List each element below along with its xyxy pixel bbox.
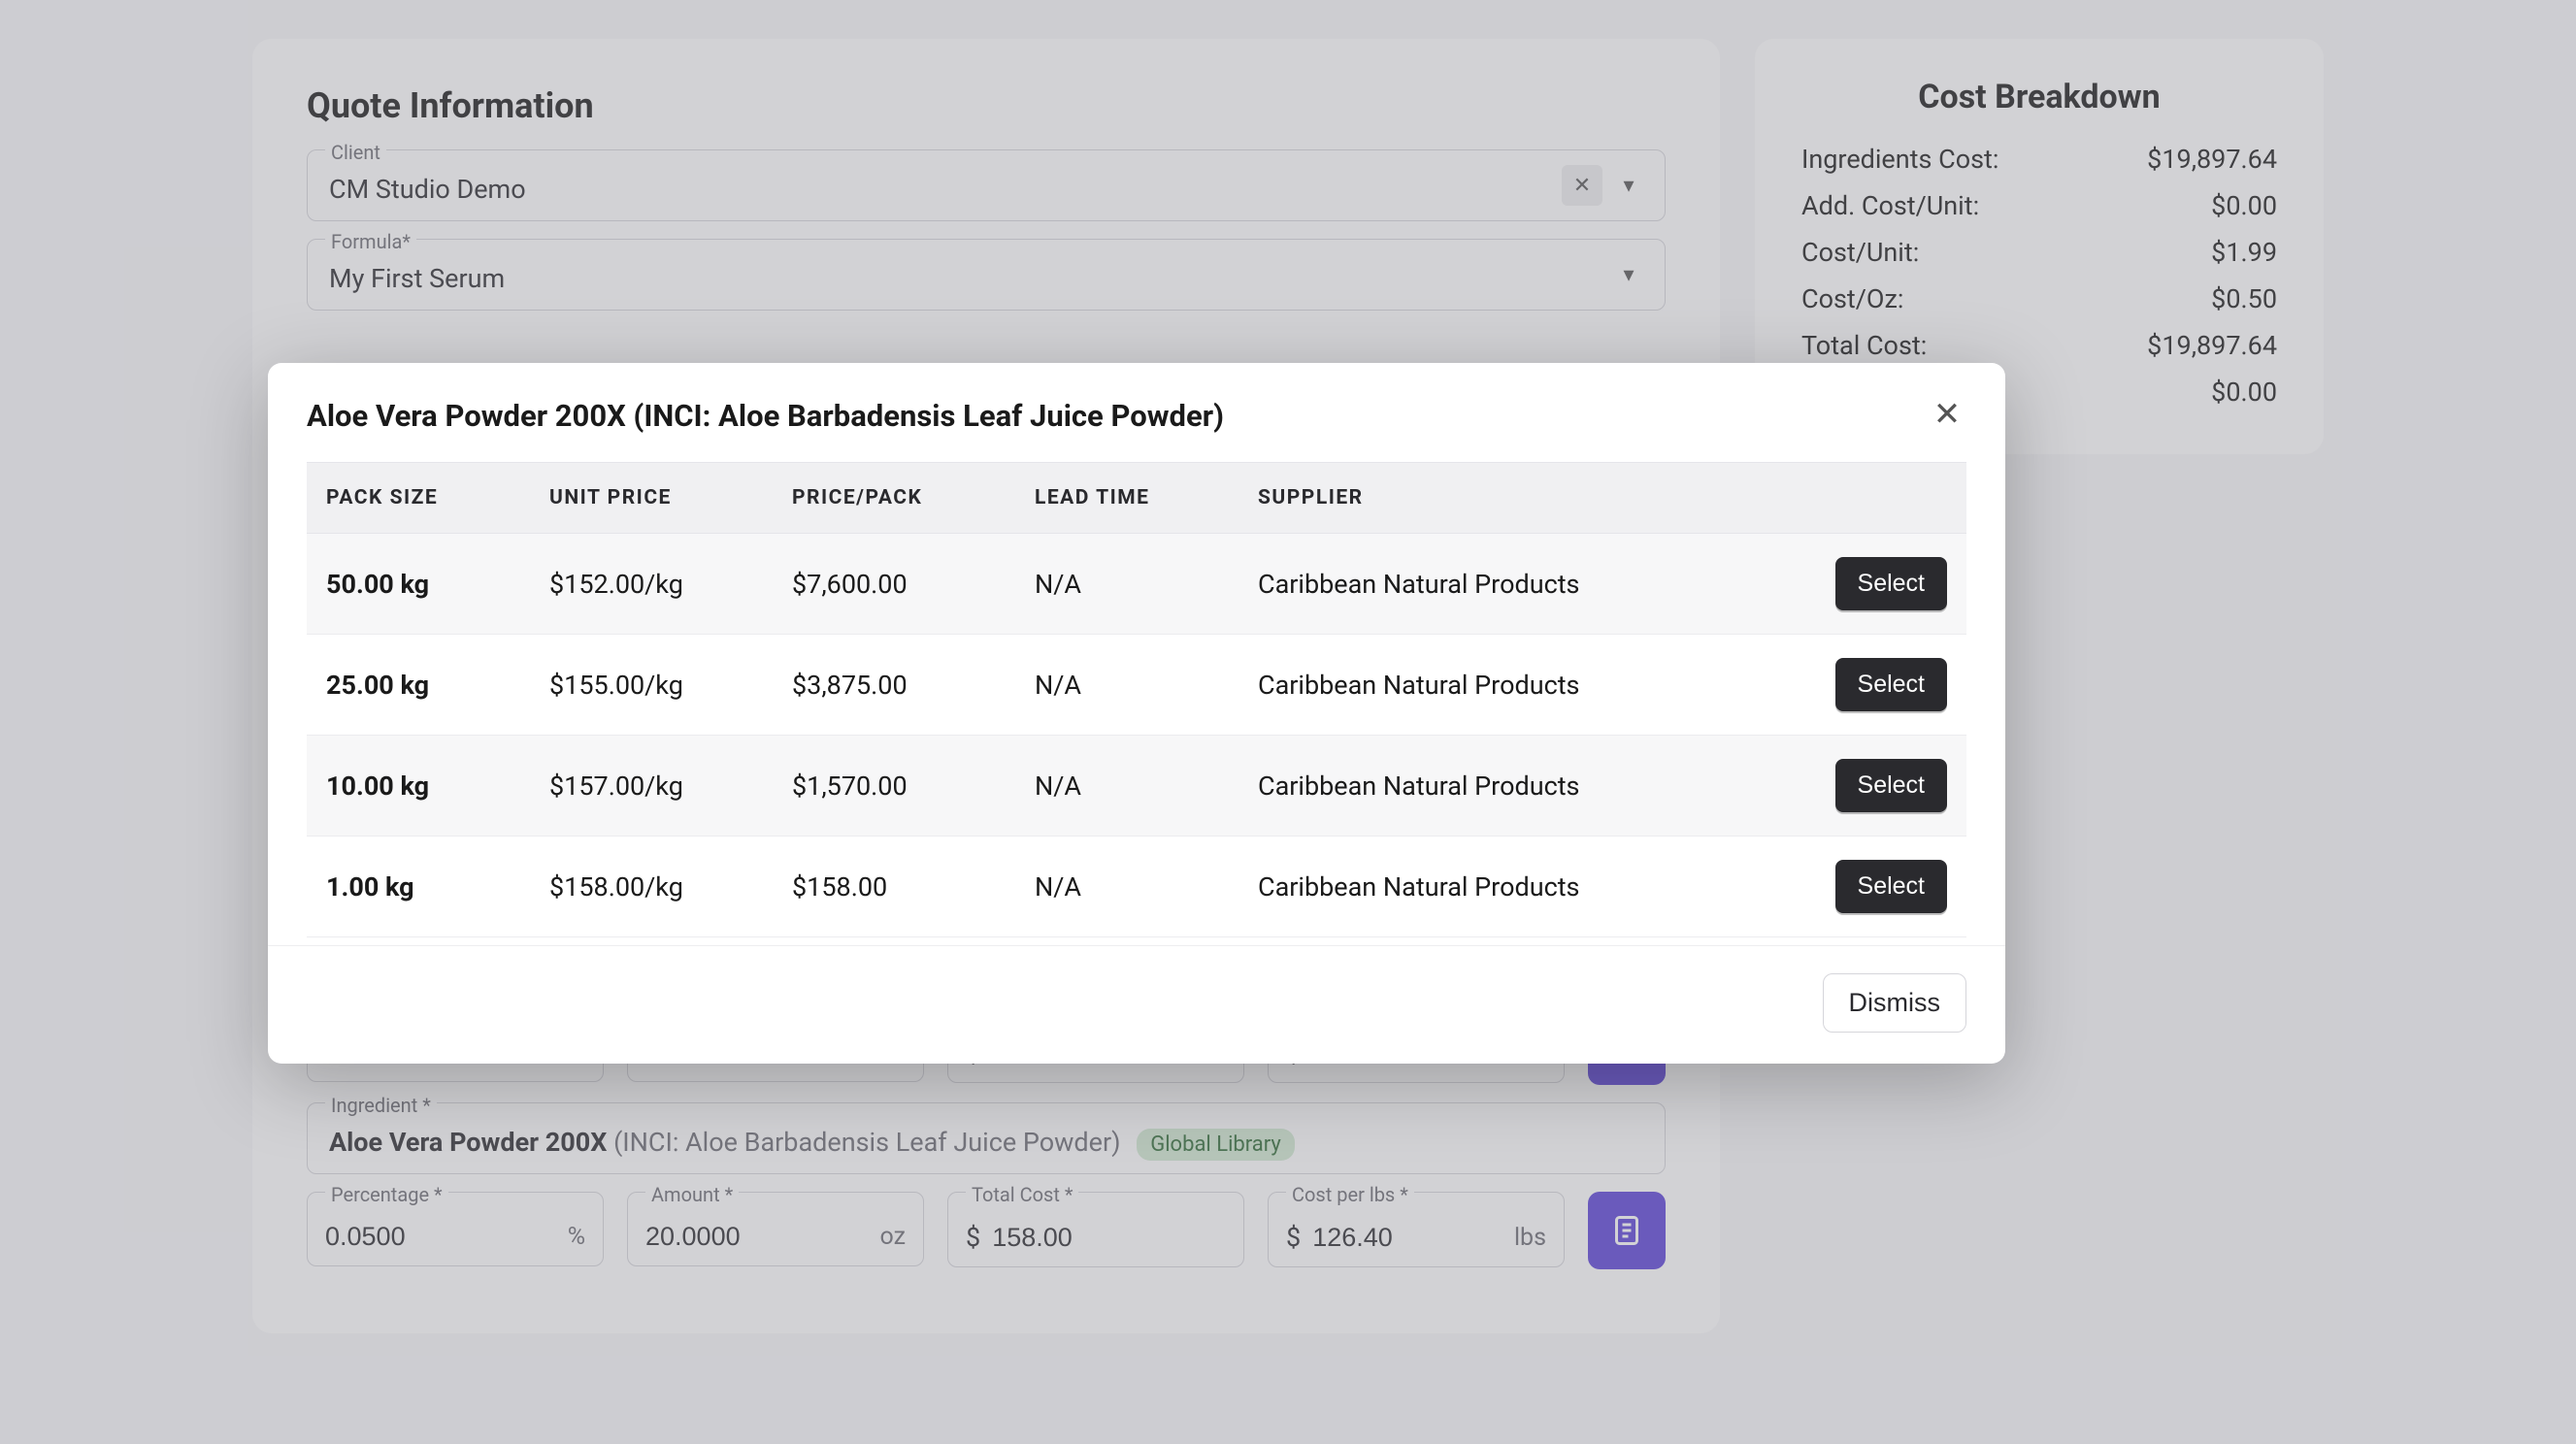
cell-unit-price: $155.00/kg xyxy=(549,670,792,701)
select-button[interactable]: Select xyxy=(1835,557,1947,610)
table-row: 25.00 kg $155.00/kg $3,875.00 N/A Caribb… xyxy=(307,635,1966,736)
cell-supplier: Caribbean Natural Products xyxy=(1258,771,1666,802)
cell-unit-price: $157.00/kg xyxy=(549,771,792,802)
cell-supplier: Caribbean Natural Products xyxy=(1258,871,1666,902)
cell-unit-price: $152.00/kg xyxy=(549,569,792,600)
cell-pack-size: 1.00 kg xyxy=(326,871,549,902)
cell-unit-price: $158.00/kg xyxy=(549,871,792,902)
table-row: 1.00 kg $158.00/kg $158.00 N/A Caribbean… xyxy=(307,837,1966,937)
cell-lead-time: N/A xyxy=(1035,871,1258,902)
modal-title: Aloe Vera Powder 200X (INCI: Aloe Barbad… xyxy=(307,398,1224,434)
select-button[interactable]: Select xyxy=(1835,860,1947,913)
cell-supplier: Caribbean Natural Products xyxy=(1258,670,1666,701)
table-header: Pack Size Unit Price Price/Pack Lead Tim… xyxy=(307,462,1966,534)
cell-pack-size: 10.00 kg xyxy=(326,771,549,802)
select-button[interactable]: Select xyxy=(1835,658,1947,711)
cell-pack-size: 25.00 kg xyxy=(326,670,549,701)
col-price-pack: Price/Pack xyxy=(792,486,1035,509)
cell-supplier: Caribbean Natural Products xyxy=(1258,569,1666,600)
cell-lead-time: N/A xyxy=(1035,670,1258,701)
supplier-modal: Aloe Vera Powder 200X (INCI: Aloe Barbad… xyxy=(268,363,2005,1064)
cell-pack-size: 50.00 kg xyxy=(326,569,549,600)
cell-lead-time: N/A xyxy=(1035,569,1258,600)
dismiss-button[interactable]: Dismiss xyxy=(1823,973,1967,1033)
close-icon[interactable]: ✕ xyxy=(1928,398,1966,437)
cell-lead-time: N/A xyxy=(1035,771,1258,802)
cell-price-pack: $7,600.00 xyxy=(792,569,1035,600)
cell-price-pack: $3,875.00 xyxy=(792,670,1035,701)
col-supplier: Supplier xyxy=(1258,486,1666,509)
table-row: 10.00 kg $157.00/kg $1,570.00 N/A Caribb… xyxy=(307,736,1966,837)
cell-price-pack: $158.00 xyxy=(792,871,1035,902)
col-unit-price: Unit Price xyxy=(549,486,792,509)
col-pack-size: Pack Size xyxy=(326,486,549,509)
table-row: 50.00 kg $152.00/kg $7,600.00 N/A Caribb… xyxy=(307,534,1966,635)
col-lead-time: Lead Time xyxy=(1035,486,1258,509)
cell-price-pack: $1,570.00 xyxy=(792,771,1035,802)
select-button[interactable]: Select xyxy=(1835,759,1947,812)
